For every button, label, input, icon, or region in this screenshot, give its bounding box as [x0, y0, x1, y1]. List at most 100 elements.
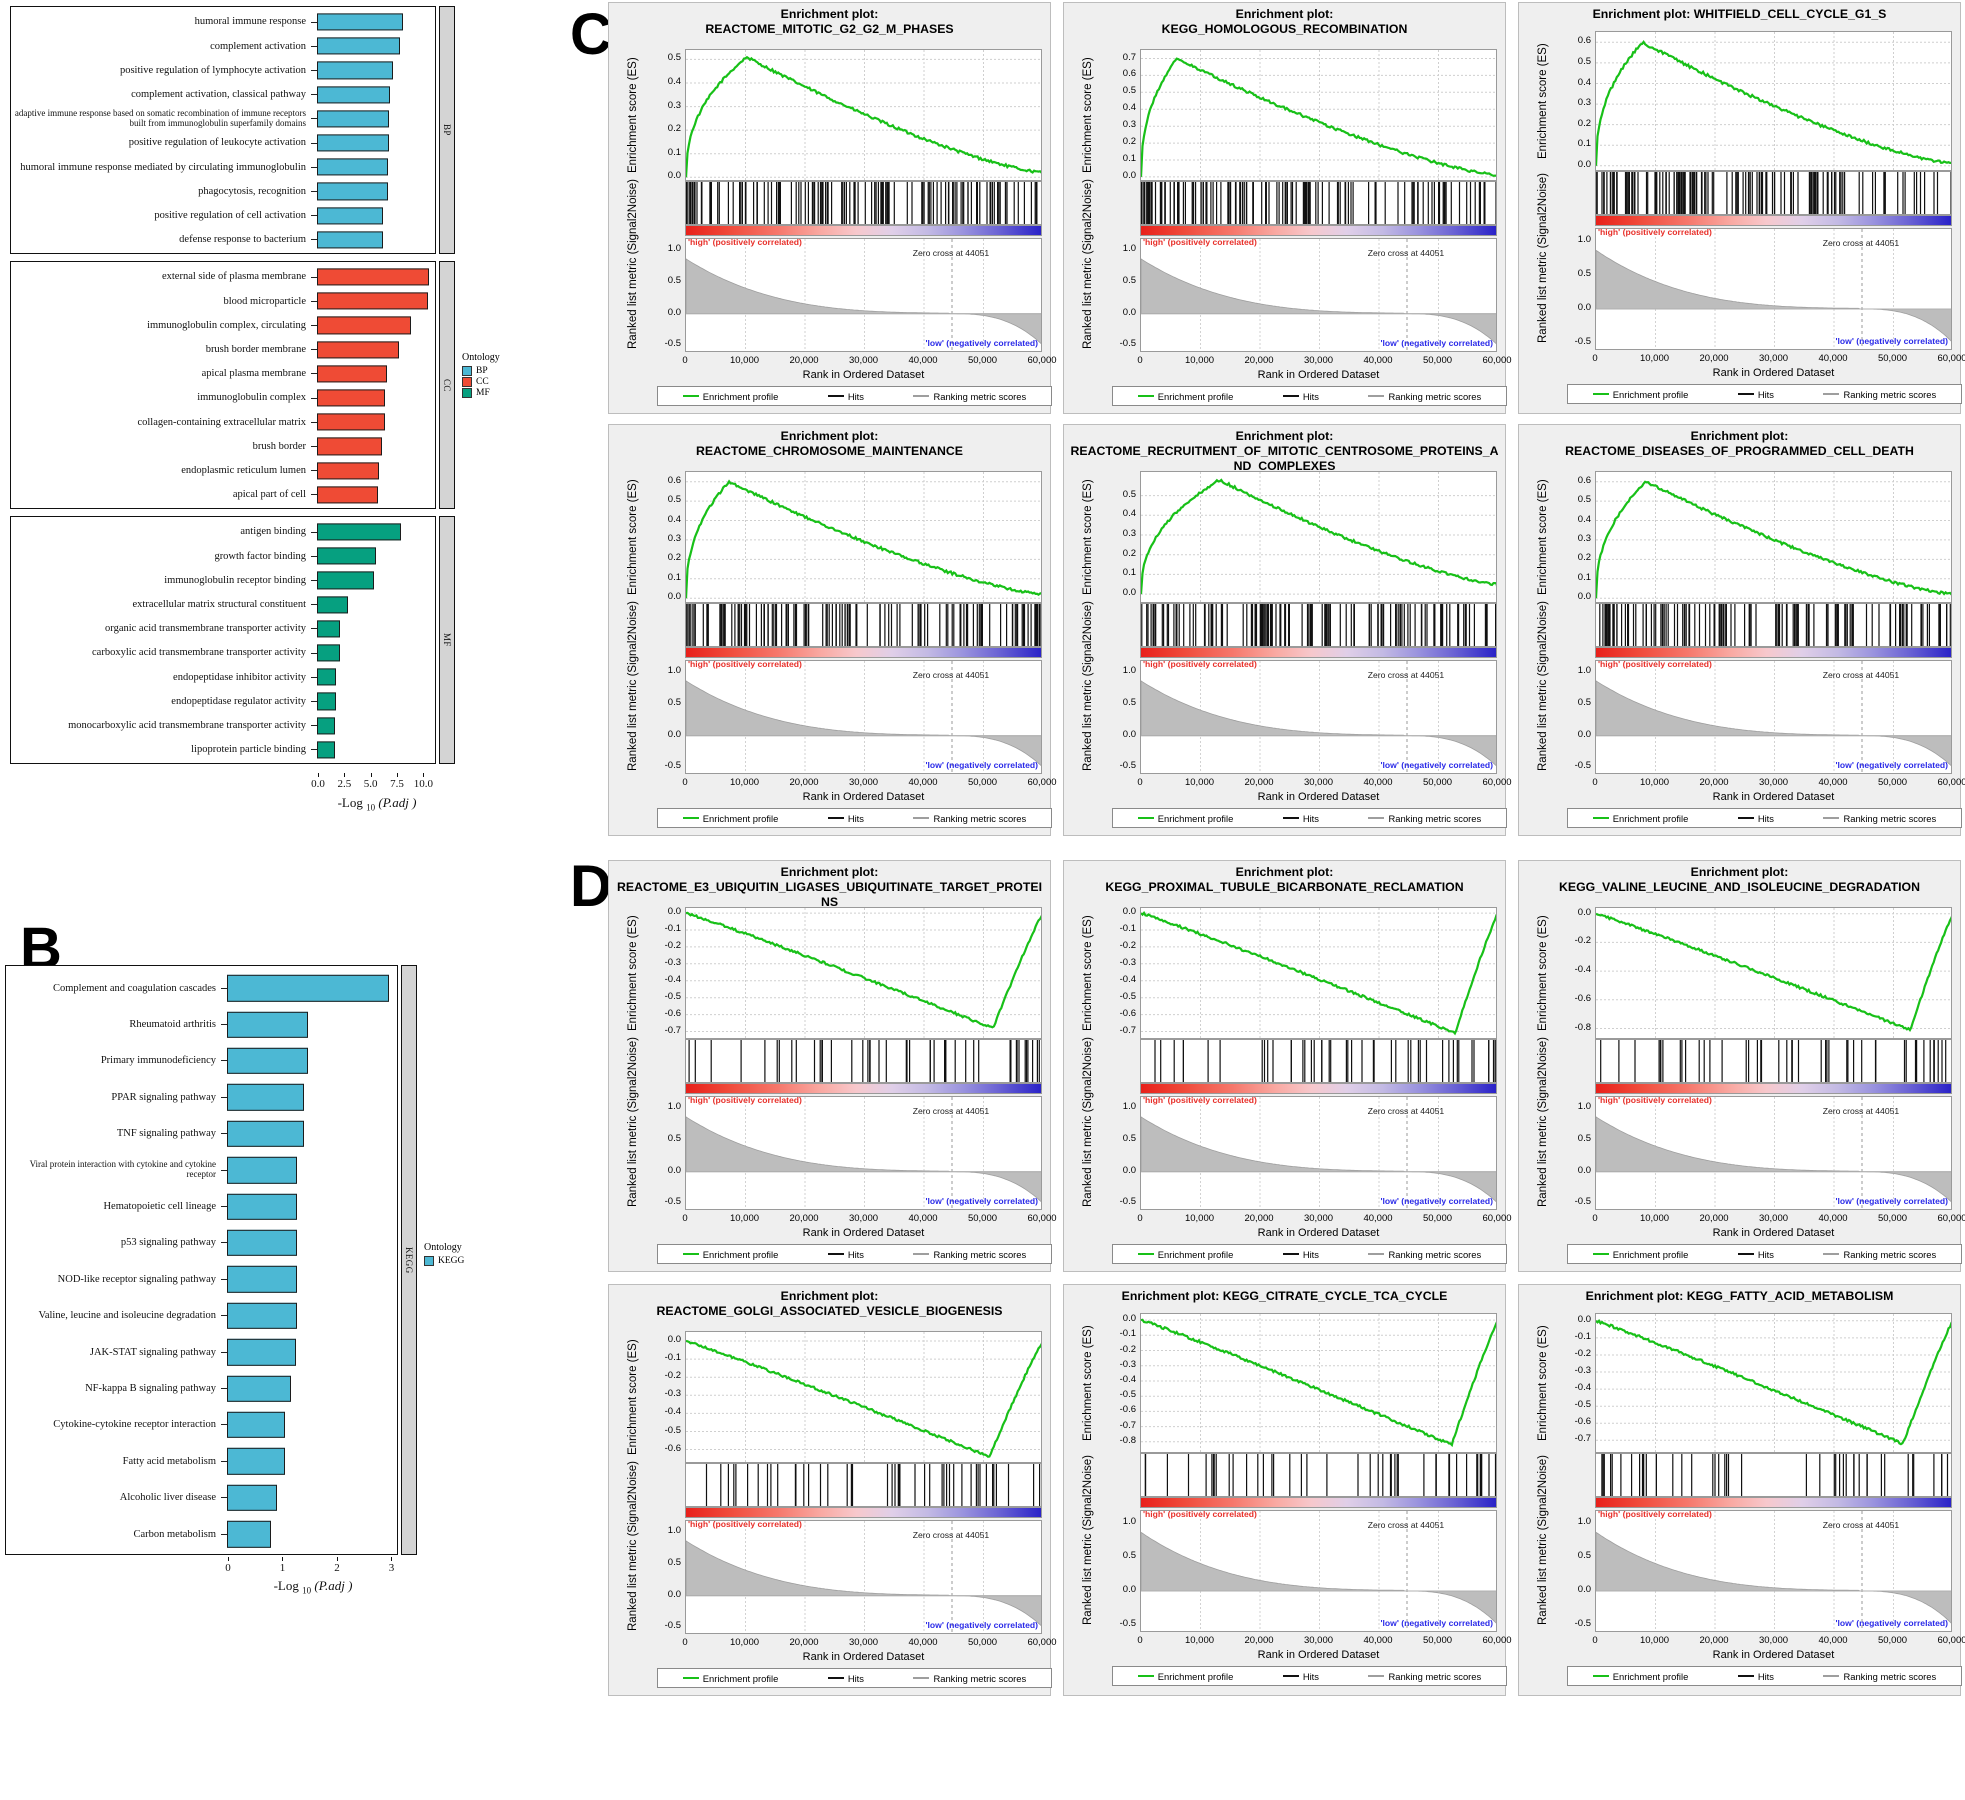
go-bar[interactable] — [317, 644, 341, 662]
go-bar-row[interactable]: immunoglobulin receptor binding — [11, 568, 437, 592]
go-bar-row[interactable]: adaptive immune response based on somati… — [11, 107, 437, 131]
gsea-legend-item[interactable]: Enrichment profile — [682, 813, 778, 824]
gsea-legend-item[interactable]: Ranking metric scores — [1368, 1249, 1481, 1260]
go-bar-row[interactable]: immunoglobulin complex, circulating — [11, 313, 437, 337]
gsea-legend-item[interactable]: Ranking metric scores — [1823, 1671, 1936, 1682]
kegg-bar[interactable] — [227, 1084, 305, 1111]
kegg-bar-row[interactable]: Complement and coagulation cascades — [6, 970, 399, 1006]
gsea-legend-item[interactable]: Ranking metric scores — [913, 391, 1026, 402]
go-bar-row[interactable]: humoral immune response mediated by circ… — [11, 155, 437, 179]
gsea-legend-item[interactable]: Hits — [1737, 813, 1774, 824]
gsea-legend-item[interactable]: Hits — [1737, 389, 1774, 400]
go-bar[interactable] — [317, 437, 383, 456]
kegg-bar-row[interactable]: Alcoholic liver disease — [6, 1480, 399, 1516]
go-bar[interactable] — [317, 547, 376, 565]
go-bar[interactable] — [317, 37, 401, 55]
kegg-bar[interactable] — [227, 1266, 297, 1293]
go-bar[interactable] — [317, 316, 411, 335]
go-bar[interactable] — [317, 182, 388, 201]
kegg-bar-row[interactable]: Viral protein interaction with cytokine … — [6, 1152, 399, 1188]
go-bar-row[interactable]: endoplasmic reticulum lumen — [11, 459, 437, 483]
go-bar[interactable] — [317, 668, 336, 686]
kegg-bar[interactable] — [227, 1120, 305, 1147]
go-bar-row[interactable]: immunoglobulin complex — [11, 386, 437, 410]
gsea-legend-item[interactable]: Enrichment profile — [1592, 389, 1688, 400]
go-bar-row[interactable]: carboxylic acid transmembrane transporte… — [11, 641, 437, 665]
gsea-legend-item[interactable]: Hits — [1282, 813, 1319, 824]
kegg-bar[interactable] — [227, 1156, 297, 1184]
go-bar[interactable] — [317, 462, 380, 480]
go-bar[interactable] — [317, 741, 335, 759]
go-bar[interactable] — [317, 86, 390, 104]
go-bar[interactable] — [317, 341, 400, 359]
go-bar-row[interactable]: positive regulation of lymphocyte activa… — [11, 58, 437, 82]
kegg-bar-row[interactable]: Valine, leucine and isoleucine degradati… — [6, 1298, 399, 1334]
go-bar-row[interactable]: organic acid transmembrane transporter a… — [11, 617, 437, 641]
go-bar[interactable] — [317, 134, 389, 152]
gsea-legend-item[interactable]: Ranking metric scores — [1823, 813, 1936, 824]
go-bar[interactable] — [317, 523, 402, 541]
gsea-legend-item[interactable]: Enrichment profile — [1137, 813, 1233, 824]
kegg-bar-row[interactable]: JAK-STAT signaling pathway — [6, 1334, 399, 1370]
gsea-legend-item[interactable]: Hits — [827, 391, 864, 402]
kegg-bar[interactable] — [227, 1302, 297, 1329]
go-bar[interactable] — [317, 13, 404, 31]
go-bar-row[interactable]: collagen-containing extracellular matrix — [11, 410, 437, 434]
kegg-bar[interactable] — [227, 1193, 297, 1220]
kegg-bar-row[interactable]: Cytokine-cytokine receptor interaction — [6, 1407, 399, 1443]
kegg-bar[interactable] — [227, 1229, 297, 1257]
kegg-bar-row[interactable]: Carbon metabolism — [6, 1516, 399, 1552]
gsea-legend-item[interactable]: Ranking metric scores — [1368, 1671, 1481, 1682]
go-bar[interactable] — [317, 61, 393, 80]
kegg-bar[interactable] — [227, 1338, 296, 1366]
go-bar[interactable] — [317, 571, 374, 590]
gsea-legend-item[interactable]: Enrichment profile — [682, 1249, 778, 1260]
gsea-legend-item[interactable]: Enrichment profile — [1137, 391, 1233, 402]
gsea-legend-item[interactable]: Ranking metric scores — [1368, 813, 1481, 824]
kegg-bar-row[interactable]: Primary immunodeficiency — [6, 1043, 399, 1079]
gsea-legend-item[interactable]: Enrichment profile — [1592, 813, 1688, 824]
gsea-legend-item[interactable]: Hits — [1282, 391, 1319, 402]
go-bar[interactable] — [317, 365, 387, 383]
gsea-legend-item[interactable]: Enrichment profile — [1137, 1671, 1233, 1682]
go-bar-row[interactable]: growth factor binding — [11, 544, 437, 568]
go-bar[interactable] — [317, 231, 384, 249]
kegg-bar[interactable] — [227, 1375, 292, 1402]
go-bar[interactable] — [317, 717, 335, 735]
kegg-bar-row[interactable]: Rheumatoid arthritis — [6, 1006, 399, 1042]
go-bar-row[interactable]: extracellular matrix structural constitu… — [11, 593, 437, 617]
go-bar-row[interactable]: external side of plasma membrane — [11, 265, 437, 289]
gsea-legend-item[interactable]: Enrichment profile — [1137, 1249, 1233, 1260]
gsea-legend-item[interactable]: Hits — [827, 1249, 864, 1260]
kegg-bar-row[interactable]: PPAR signaling pathway — [6, 1079, 399, 1115]
kegg-bar-row[interactable]: TNF signaling pathway — [6, 1116, 399, 1152]
go-bar[interactable] — [317, 620, 341, 638]
gsea-legend-item[interactable]: Enrichment profile — [682, 1673, 778, 1684]
go-bar-row[interactable]: defense response to bacterium — [11, 228, 437, 252]
go-bar[interactable] — [317, 207, 384, 225]
kegg-bar-row[interactable]: Hematopoietic cell lineage — [6, 1188, 399, 1224]
go-bar-row[interactable]: positive regulation of leukocyte activat… — [11, 131, 437, 155]
kegg-bar[interactable] — [227, 1011, 309, 1038]
go-bar-row[interactable]: endopeptidase regulator activity — [11, 689, 437, 713]
gsea-legend-item[interactable]: Enrichment profile — [1592, 1671, 1688, 1682]
go-bar-row[interactable]: humoral immune response — [11, 10, 437, 34]
kegg-bar[interactable] — [227, 1520, 271, 1548]
gsea-legend-item[interactable]: Hits — [827, 813, 864, 824]
gsea-legend-item[interactable]: Ranking metric scores — [913, 1673, 1026, 1684]
kegg-bar[interactable] — [227, 974, 389, 1002]
kegg-bar[interactable] — [227, 1484, 278, 1511]
go-bar[interactable] — [317, 110, 390, 128]
kegg-bar-row[interactable]: Fatty acid metabolism — [6, 1443, 399, 1479]
go-bar-row[interactable]: complement activation, classical pathway — [11, 83, 437, 107]
gsea-legend-item[interactable]: Enrichment profile — [1592, 1249, 1688, 1260]
go-bar-row[interactable]: blood microparticle — [11, 289, 437, 313]
go-bar-row[interactable]: antigen binding — [11, 520, 437, 544]
go-bar-row[interactable]: apical part of cell — [11, 483, 437, 507]
gsea-legend-item[interactable]: Enrichment profile — [682, 391, 778, 402]
gsea-legend-item[interactable]: Hits — [1282, 1671, 1319, 1682]
go-bar-row[interactable]: brush border membrane — [11, 338, 437, 362]
go-bar[interactable] — [317, 292, 428, 310]
legend-item-cc[interactable]: CC — [462, 377, 500, 387]
go-bar-row[interactable]: endopeptidase inhibitor activity — [11, 665, 437, 689]
